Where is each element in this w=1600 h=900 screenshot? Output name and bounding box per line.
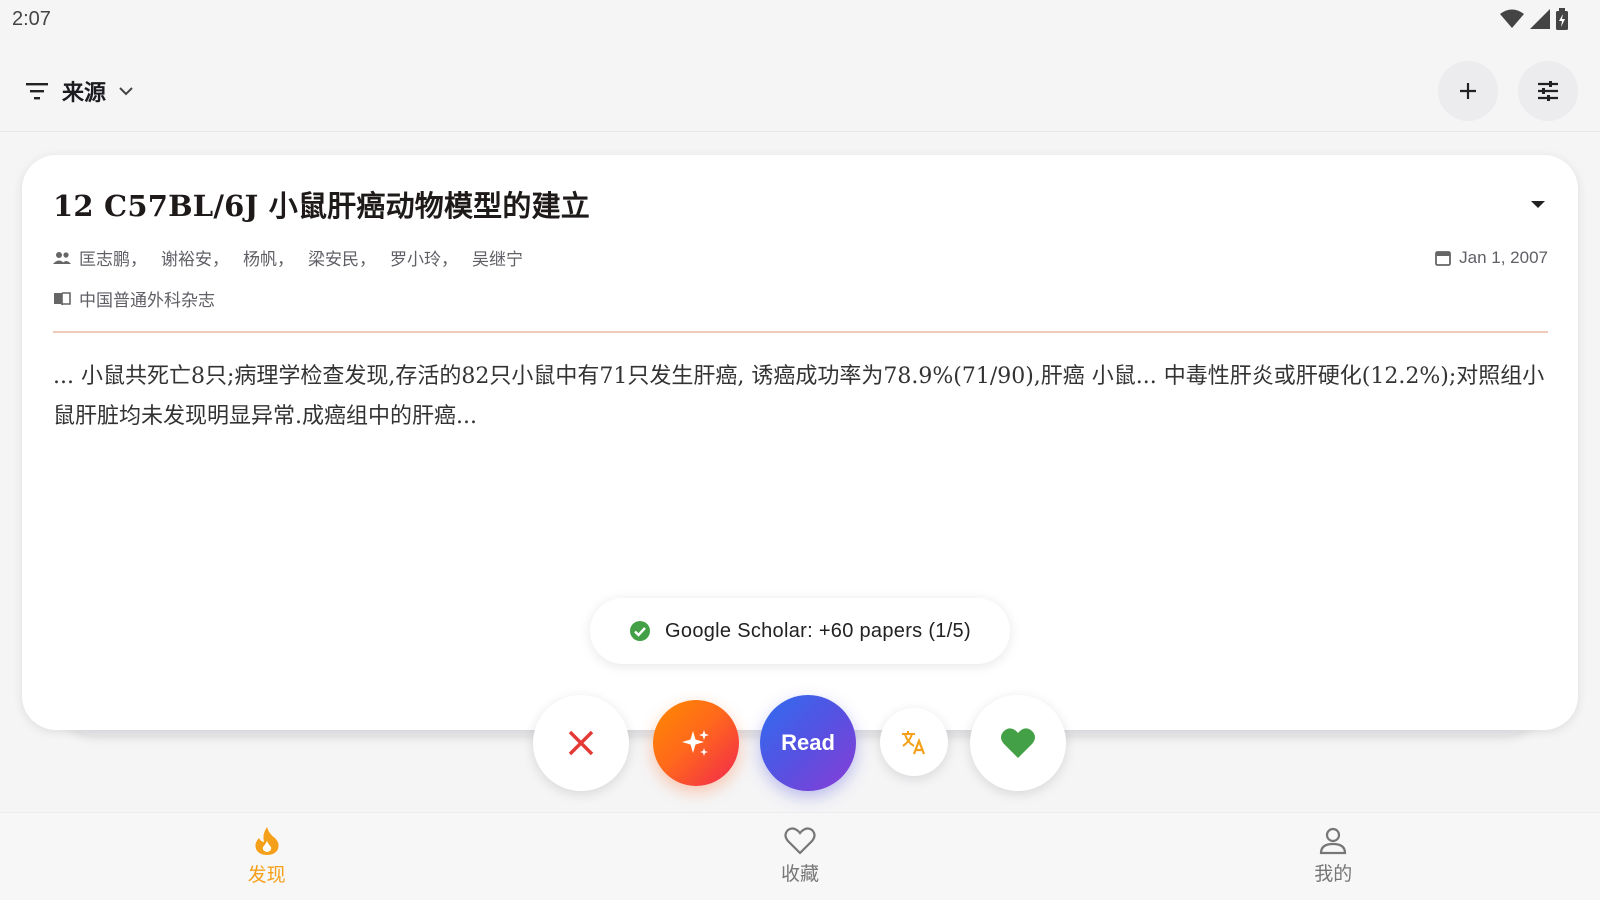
read-button[interactable]: Read	[760, 695, 856, 791]
heart-icon	[1001, 728, 1035, 758]
author-name: 谢裕安，	[161, 250, 229, 269]
journal-row: 中国普通外科杂志	[53, 286, 1548, 311]
author-name: 吴继宁	[472, 250, 523, 269]
status-bar: 2:07	[0, 0, 1600, 38]
dismiss-button[interactable]	[533, 695, 629, 791]
ai-summary-button[interactable]	[653, 700, 739, 786]
app-bar: 来源	[0, 50, 1600, 132]
toast-notification: Google Scholar: +60 papers (1/5)	[590, 598, 1010, 664]
person-icon	[1320, 827, 1347, 855]
author-list: 匡志鹏， 谢裕安， 杨帆， 梁安民， 罗小玲， 吴继宁	[79, 245, 523, 270]
chevron-down-icon	[119, 86, 133, 95]
paper-title: 12 C57BL/6J 小鼠肝癌动物模型的建立	[53, 189, 590, 223]
paper-abstract: ... 小鼠共死亡8只;病理学检查发现,存活的82只小鼠中有71只发生肝癌, 诱…	[53, 364, 1545, 429]
nav-label: 我的	[1314, 864, 1353, 885]
journal-name: 中国普通外科杂志	[79, 291, 215, 310]
nav-item-discover[interactable]: 发现	[167, 826, 367, 887]
translate-button[interactable]	[880, 708, 948, 776]
author-name: 罗小玲，	[390, 250, 458, 269]
nav-label: 发现	[247, 865, 286, 886]
check-circle-icon	[630, 621, 651, 641]
app-bar-actions	[1438, 60, 1578, 121]
source-label: 来源	[62, 79, 107, 105]
nav-label: 收藏	[780, 864, 819, 885]
status-time: 2:07	[12, 7, 51, 30]
cell-signal-icon	[1530, 9, 1550, 29]
add-source-button[interactable]	[1438, 60, 1498, 121]
settings-tune-button[interactable]	[1518, 60, 1578, 121]
flame-icon	[255, 827, 279, 855]
close-icon	[568, 730, 594, 756]
book-icon	[54, 291, 71, 305]
nav-item-profile[interactable]: 我的	[1233, 827, 1433, 886]
expand-dropdown-icon[interactable]	[1528, 197, 1548, 211]
battery-icon	[1556, 8, 1568, 30]
author-name: 匡志鹏，	[79, 250, 147, 269]
bottom-navigation: 发现 收藏 我的	[0, 812, 1600, 900]
nav-item-favorites[interactable]: 收藏	[700, 827, 900, 886]
wifi-icon	[1500, 9, 1524, 28]
filter-icon	[26, 82, 48, 99]
heart-outline-icon	[784, 827, 816, 855]
calendar-icon	[1435, 250, 1452, 266]
plus-icon	[1460, 82, 1476, 99]
author-name: 梁安民，	[308, 250, 376, 269]
date-text: Jan 1, 2007	[1459, 247, 1548, 267]
source-filter-dropdown[interactable]: 来源	[24, 75, 134, 107]
like-button[interactable]	[970, 695, 1066, 791]
people-icon	[53, 251, 71, 264]
sparkle-icon	[682, 730, 709, 756]
toast-text: Google Scholar: +60 papers (1/5)	[665, 619, 971, 642]
translate-icon	[902, 731, 926, 755]
tune-icon	[1538, 80, 1558, 101]
publish-date: Jan 1, 2007	[1435, 248, 1548, 268]
status-icons	[1500, 8, 1568, 30]
paper-meta-row: 匡志鹏， 谢裕安， 杨帆， 梁安民， 罗小玲， 吴继宁 Jan 1, 2007	[53, 245, 1548, 270]
authors: 匡志鹏， 谢裕安， 杨帆， 梁安民， 罗小玲， 吴继宁	[53, 245, 523, 270]
card-title-row: 12 C57BL/6J 小鼠肝癌动物模型的建立	[53, 183, 1548, 225]
author-name: 杨帆，	[243, 250, 294, 269]
card-divider	[53, 331, 1548, 333]
